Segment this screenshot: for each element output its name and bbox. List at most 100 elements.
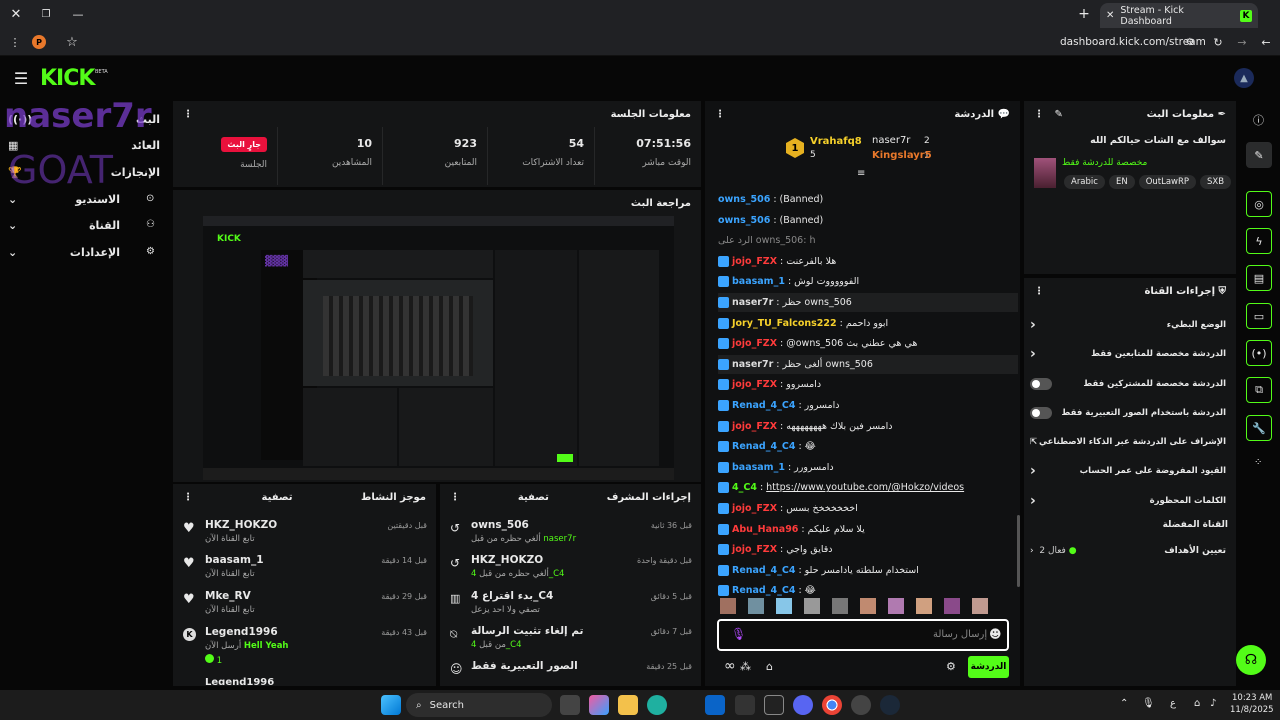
chat-input[interactable]: 🎙 إرسال رسالة ☻	[717, 619, 1009, 651]
copilot-icon[interactable]	[589, 695, 609, 715]
chat-username[interactable]: owns_506	[718, 194, 770, 205]
emote[interactable]	[804, 598, 820, 614]
chat-username[interactable]: jojo_FZX	[732, 256, 777, 267]
broadcast-button[interactable]: (•)	[1246, 340, 1272, 366]
chat-username[interactable]: owns_506	[718, 215, 770, 226]
chat-username[interactable]: Renad_4_C4	[732, 585, 795, 596]
collapse-icon[interactable]: ≡	[857, 168, 865, 179]
chat-button[interactable]: ▭	[1246, 303, 1272, 329]
tag[interactable]: OutLawRP	[1138, 175, 1197, 189]
nav-channel[interactable]: ⌄ القناة	[8, 214, 160, 236]
emoji-icon[interactable]: ☻	[989, 627, 1002, 641]
chevron-right-icon[interactable]: ›	[1030, 463, 1036, 479]
more-icon[interactable]: ⋮	[183, 109, 193, 120]
user-avatar[interactable]: ▲	[1234, 68, 1254, 88]
more-dots-icon[interactable]: ⁘	[1254, 457, 1262, 468]
forward-icon[interactable]: →	[1234, 34, 1250, 50]
category-name[interactable]: مخصصة للدردشة فقط	[1062, 158, 1147, 168]
mic-tray-icon[interactable]: 🎙	[1142, 698, 1155, 709]
channel-action-row[interactable]: ⇱ الإشراف على الدردشة عبر الذكاء الاصطناع…	[1030, 432, 1226, 452]
chat-username[interactable]: jojo_FZX	[732, 503, 777, 514]
site-settings-icon[interactable]: ⚙	[1182, 34, 1198, 50]
tag[interactable]: Arabic	[1064, 175, 1105, 189]
chat-username[interactable]: Abu_Hana96	[732, 524, 798, 535]
close-tab-icon[interactable]: ✕	[1106, 10, 1114, 21]
chat-username[interactable]: baasam_1	[732, 462, 785, 473]
task-view-icon[interactable]	[560, 695, 580, 715]
document-button[interactable]: ▤	[1246, 265, 1272, 291]
edit-icon[interactable]: ✎	[1054, 109, 1062, 120]
mic-icon[interactable]: 🎙	[731, 627, 746, 641]
channel-points-icon[interactable]: ⁂	[740, 660, 751, 673]
emote[interactable]	[916, 598, 932, 614]
bookmark-star-icon[interactable]: ☆	[64, 34, 80, 50]
filter-button[interactable]: تصفية	[518, 492, 549, 503]
lightning-button[interactable]: ϟ	[1246, 228, 1272, 254]
outlook-icon[interactable]	[705, 695, 725, 715]
chat-username[interactable]: jojo_FZX	[732, 544, 777, 555]
store-icon[interactable]: ⌂	[766, 660, 773, 673]
more-icon[interactable]: ⋮	[183, 492, 193, 503]
channel-action-row[interactable]: › الكلمات المحظورة	[1030, 491, 1226, 511]
tag[interactable]: EN	[1108, 175, 1135, 189]
active-tab[interactable]: ✕ Stream - Kick Dashboard K	[1100, 3, 1258, 28]
chat-send-button[interactable]: الدردشة	[968, 656, 1009, 678]
nav-settings[interactable]: ⌄ الإعدادات	[8, 241, 160, 263]
channel-action-row[interactable]: › الوضع البطيء	[1030, 315, 1226, 335]
channel-action-row[interactable]: › القيود المفروضة على عمر الحساب	[1030, 461, 1226, 481]
channel-action-row[interactable]: الدردشة باستخدام الصور التعبيرية فقط	[1030, 403, 1226, 423]
hamburger-menu-icon[interactable]: ☰	[12, 69, 30, 88]
emote[interactable]	[972, 598, 988, 614]
chat-username[interactable]: 4_C4	[732, 482, 757, 493]
camera-button[interactable]: ◎	[1246, 191, 1272, 217]
chevron-right-icon[interactable]: ›	[1030, 346, 1036, 362]
chevron-right-icon[interactable]: ›	[1030, 317, 1036, 333]
chat-scrollbar[interactable]	[1017, 515, 1020, 587]
clock-date[interactable]: 11/8/2025	[1230, 705, 1274, 715]
info-icon[interactable]: ⓘ	[1253, 112, 1264, 128]
user-cards-button[interactable]: ⧉	[1246, 377, 1272, 403]
steam-icon[interactable]	[880, 695, 900, 715]
chat-username[interactable]: baasam_1	[732, 276, 785, 287]
set-goals-row[interactable]: › فعال 2 ● تعيين الأهداف	[1030, 542, 1226, 560]
network-icon[interactable]: ⌂	[1194, 698, 1200, 709]
chat-username[interactable]: jojo_FZX	[732, 421, 777, 432]
edit-layout-button[interactable]: ✎	[1246, 142, 1272, 168]
tray-chevron-icon[interactable]: ⌃	[1120, 698, 1128, 709]
more-icon[interactable]: ⋮	[715, 109, 725, 120]
support-button[interactable]: ☊	[1236, 645, 1266, 675]
channel-action-row[interactable]: الدردشة مخصصة للمشتركين فقط	[1030, 374, 1226, 394]
emote[interactable]	[776, 598, 792, 614]
restore-window-icon[interactable]: ❐	[38, 6, 54, 22]
external-link-icon[interactable]: ⇱	[1030, 437, 1037, 447]
chat-username[interactable]: jojo_FZX	[732, 379, 777, 390]
reload-icon[interactable]: ↻	[1210, 34, 1226, 50]
stream-video[interactable]: ▓▓▓ KICK	[203, 216, 674, 480]
app-icon[interactable]	[851, 695, 871, 715]
chevron-right-icon[interactable]: ›	[1030, 493, 1036, 509]
toggle-switch[interactable]	[1030, 407, 1052, 419]
toggle-switch[interactable]	[1030, 378, 1052, 390]
back-icon[interactable]: ←	[1258, 34, 1274, 50]
chat-username[interactable]: Renad_4_C4	[732, 441, 795, 452]
app-icon[interactable]	[764, 695, 784, 715]
emote[interactable]	[860, 598, 876, 614]
emote[interactable]	[888, 598, 904, 614]
emote[interactable]	[944, 598, 960, 614]
close-window-icon[interactable]: ✕	[8, 6, 24, 22]
discord-icon[interactable]	[793, 695, 813, 715]
infinity-icon[interactable]: ∞	[724, 658, 736, 674]
chrome-icon[interactable]	[822, 695, 842, 715]
emote[interactable]	[748, 598, 764, 614]
chat-username[interactable]: Jory_TU_Falcons222	[732, 318, 837, 329]
volume-icon[interactable]: ♪	[1210, 698, 1216, 709]
chat-settings-icon[interactable]: ⚙	[946, 660, 956, 673]
more-icon[interactable]: ⋮	[450, 492, 460, 503]
emote[interactable]	[832, 598, 848, 614]
clock-time[interactable]: 10:23 AM	[1232, 693, 1272, 703]
emote[interactable]	[720, 598, 736, 614]
new-tab-icon[interactable]: +	[1076, 6, 1092, 22]
more-icon[interactable]: ⋮	[1034, 286, 1044, 297]
tag[interactable]: SXB	[1200, 175, 1232, 189]
channel-action-row[interactable]: › الدردشة مخصصة للمتابعين فقط	[1030, 344, 1226, 364]
